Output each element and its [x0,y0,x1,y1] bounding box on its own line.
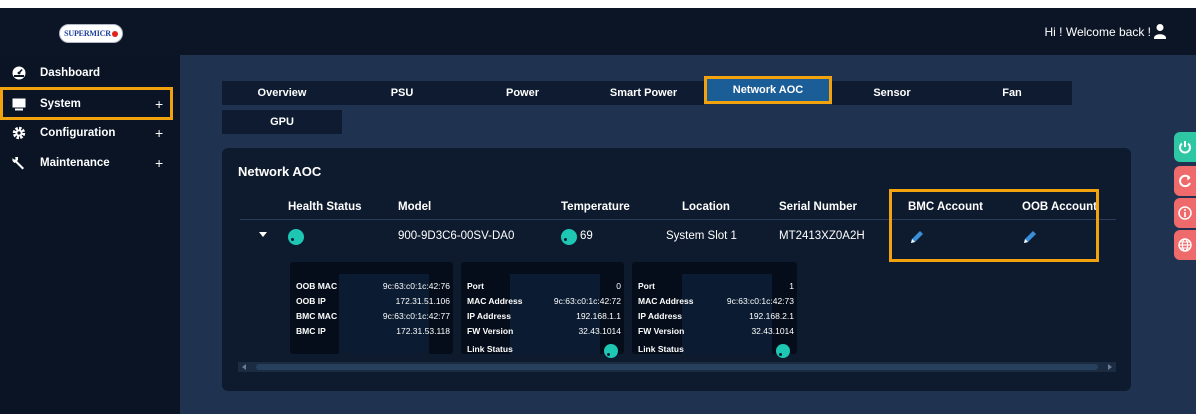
detail-value: 172.31.53.118 [396,326,450,336]
detail-value: 192.168.1.1 [576,311,621,321]
link-status-led-icon [604,344,618,358]
sidebar-item-configuration[interactable]: Configuration + [0,118,180,148]
column-model: Model [398,201,432,213]
tab-gpu[interactable]: GPU [222,110,342,134]
location-value: System Slot 1 [666,230,737,242]
detail-value: 0 [616,281,621,291]
serial-number-value: MT2413XZ0A2H [779,230,865,242]
detail-label: IP Address [638,311,682,321]
welcome-text: Hi ! Welcome back ! [1044,25,1151,39]
sidebar-item-label: System [40,97,81,110]
horizontal-scrollbar[interactable] [238,362,1116,372]
user-icon[interactable] [1153,23,1167,39]
power-icon [1179,141,1191,154]
health-status-led-icon [288,229,304,245]
tab-overview[interactable]: Overview [222,81,342,105]
tab-network-aoc[interactable]: Network AOC [704,76,832,104]
tab-psu[interactable]: PSU [342,81,462,105]
logo-dot [111,30,118,37]
detail-label: BMC IP [296,326,326,336]
top-bar [0,8,1196,55]
detail-label: Link Status [638,344,684,354]
dashboard-icon [12,66,26,80]
detail-label: MAC Address [467,296,523,306]
card-title: Network AOC [238,164,322,179]
detail-value: 192.168.2.1 [749,311,794,321]
expand-plus-icon: + [155,95,164,112]
globe-button[interactable] [1174,230,1196,260]
scroll-left-arrow-icon[interactable] [242,364,246,370]
detail-value: 9c:63:c0:1c:42:77 [382,311,450,321]
account-columns-highlight [889,189,1099,262]
monitor-icon [12,98,26,110]
detail-panel-port1 [632,262,797,354]
scroll-right-arrow-icon[interactable] [1108,364,1112,370]
tab-smart-power[interactable]: Smart Power [583,81,704,105]
detail-value: 32.43.1014 [578,326,621,336]
column-location: Location [682,201,730,213]
refresh-icon [1179,174,1191,188]
supermicro-logo[interactable]: SUPERMICR [59,24,123,43]
detail-value: 1 [789,281,794,291]
detail-label: OOB MAC [296,281,338,291]
detail-label: Link Status [467,344,513,354]
detail-panel-port0 [461,262,624,354]
detail-value: 172.31.51.106 [395,296,450,306]
detail-label: OOB IP [296,296,326,306]
column-temperature: Temperature [561,201,630,213]
detail-label: FW Version [467,326,514,336]
expand-plus-icon: + [155,125,164,141]
detail-label: Port [638,281,655,291]
globe-icon [1178,238,1192,252]
power-button[interactable] [1174,132,1196,162]
wrench-icon [12,157,24,170]
scrollbar-thumb[interactable] [256,364,1098,370]
info-button[interactable] [1174,198,1196,228]
tab-power[interactable]: Power [462,81,583,105]
temperature-led-icon [561,229,577,245]
sidebar-item-dashboard[interactable]: Dashboard [0,58,180,88]
tab-sensor[interactable]: Sensor [832,81,952,105]
logo-text: SUPERMICR [64,29,111,38]
gear-icon [12,126,26,140]
temperature-value: 69 [580,230,593,242]
link-status-led-icon [776,344,790,358]
detail-label: FW Version [638,326,685,336]
detail-label: BMC MAC [296,311,338,321]
detail-label: Port [467,281,484,291]
sidebar-item-label: Maintenance [40,157,110,169]
sidebar-item-label: Configuration [40,127,116,139]
detail-value: 9c:63:c0:1c:42:72 [553,296,621,306]
detail-value: 32.43.1014 [751,326,794,336]
expand-plus-icon: + [155,155,164,171]
sidebar-item-system[interactable]: System + [0,87,173,120]
detail-panel-oob [290,262,453,354]
expand-row-caret-icon[interactable] [259,232,267,237]
sidebar-item-label: Dashboard [40,67,101,79]
tab-fan[interactable]: Fan [952,81,1072,105]
column-health-status: Health Status [288,201,362,213]
info-icon [1178,206,1192,220]
refresh-button[interactable] [1174,166,1196,196]
detail-label: IP Address [467,311,511,321]
detail-label: MAC Address [638,296,694,306]
column-serial-number: Serial Number [779,201,857,213]
sidebar-item-maintenance[interactable]: Maintenance + [0,148,180,178]
model-value: 900-9D3C6-00SV-DA0 [398,230,515,242]
detail-value: 9c:63:c0:1c:42:73 [726,296,794,306]
detail-value: 9c:63:c0:1c:42:76 [382,281,450,291]
